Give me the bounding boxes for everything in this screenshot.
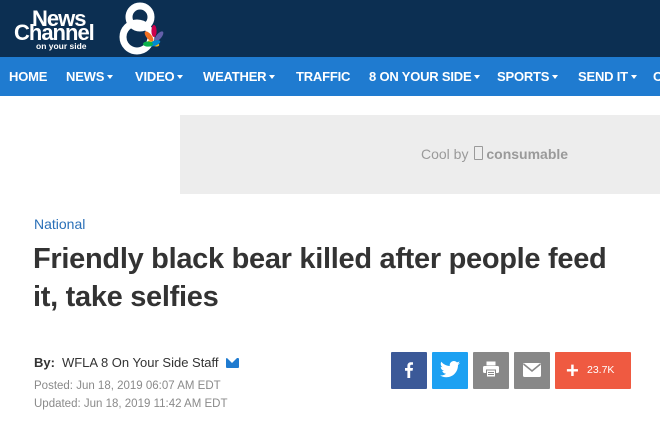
nav-label: VIDEO bbox=[135, 69, 175, 84]
nav-label: HOME bbox=[9, 69, 48, 84]
posted-date: Posted: Jun 18, 2019 06:07 AM EDT bbox=[34, 380, 221, 392]
nav-label: 8 ON YOUR SIDE bbox=[369, 69, 472, 84]
nav-item-send-it[interactable]: SEND IT bbox=[578, 57, 637, 96]
print-icon bbox=[483, 361, 499, 378]
article-headline: Friendly black bear killed after people … bbox=[33, 243, 607, 313]
chevron-down-icon bbox=[474, 75, 481, 79]
byline-label: By: bbox=[34, 355, 55, 370]
share-twitter-button[interactable] bbox=[432, 352, 468, 389]
nav-label: TRAFFIC bbox=[296, 69, 351, 84]
nav-item-news[interactable]: NEWS bbox=[66, 57, 114, 96]
nav-label: SEND IT bbox=[578, 69, 628, 84]
consumable-icon bbox=[474, 146, 484, 160]
site-logo[interactable]: News Channel on your side bbox=[10, 2, 170, 56]
share-facebook-button[interactable] bbox=[391, 352, 427, 389]
print-button[interactable] bbox=[473, 352, 509, 389]
site-header: News Channel on your side bbox=[0, 0, 660, 57]
logo-tagline: on your side bbox=[36, 41, 87, 51]
nav-item-video[interactable]: VIDEO bbox=[135, 57, 184, 96]
nav-label: NEWS bbox=[66, 69, 105, 84]
ad-prefix: Cool by bbox=[421, 146, 469, 162]
chevron-down-icon bbox=[107, 75, 114, 79]
nav-item-overflow[interactable]: C bbox=[653, 57, 660, 96]
author-name[interactable]: WFLA 8 On Your Side Staff bbox=[62, 355, 219, 370]
nav-label: SPORTS bbox=[497, 69, 550, 84]
nav-item-sports[interactable]: SPORTS bbox=[497, 57, 559, 96]
envelope-icon bbox=[522, 363, 542, 377]
share-more-button[interactable]: + 23.7K bbox=[555, 352, 631, 389]
email-author-icon[interactable] bbox=[225, 358, 239, 368]
byline: By: WFLA 8 On Your Side Staff bbox=[34, 355, 239, 370]
chevron-down-icon bbox=[177, 75, 184, 79]
share-count: 23.7K bbox=[587, 364, 615, 376]
chevron-down-icon bbox=[269, 75, 276, 79]
nav-item-traffic[interactable]: TRAFFIC bbox=[296, 57, 350, 96]
nav-item-weather[interactable]: WEATHER bbox=[203, 57, 276, 96]
twitter-icon bbox=[439, 361, 461, 378]
chevron-down-icon bbox=[552, 75, 559, 79]
plus-icon: + bbox=[566, 358, 579, 383]
ad-brand: consumable bbox=[486, 146, 569, 162]
ad-branding: Cool by consumable bbox=[421, 146, 568, 162]
nav-item-8-on-your-side[interactable]: 8 ON YOUR SIDE bbox=[369, 57, 481, 96]
updated-date: Updated: Jun 18, 2019 11:42 AM EDT bbox=[34, 398, 228, 410]
chevron-down-icon bbox=[630, 75, 637, 79]
category-link[interactable]: National bbox=[34, 216, 85, 232]
main-navigation: HOME NEWS VIDEO WEATHER TRAFFIC 8 ON YOU… bbox=[0, 57, 660, 96]
nav-label: WEATHER bbox=[203, 69, 267, 84]
share-email-button[interactable] bbox=[514, 352, 550, 389]
facebook-icon bbox=[405, 362, 413, 378]
nav-item-home[interactable]: HOME bbox=[9, 57, 47, 96]
advertisement-banner[interactable]: Cool by consumable bbox=[180, 115, 660, 194]
